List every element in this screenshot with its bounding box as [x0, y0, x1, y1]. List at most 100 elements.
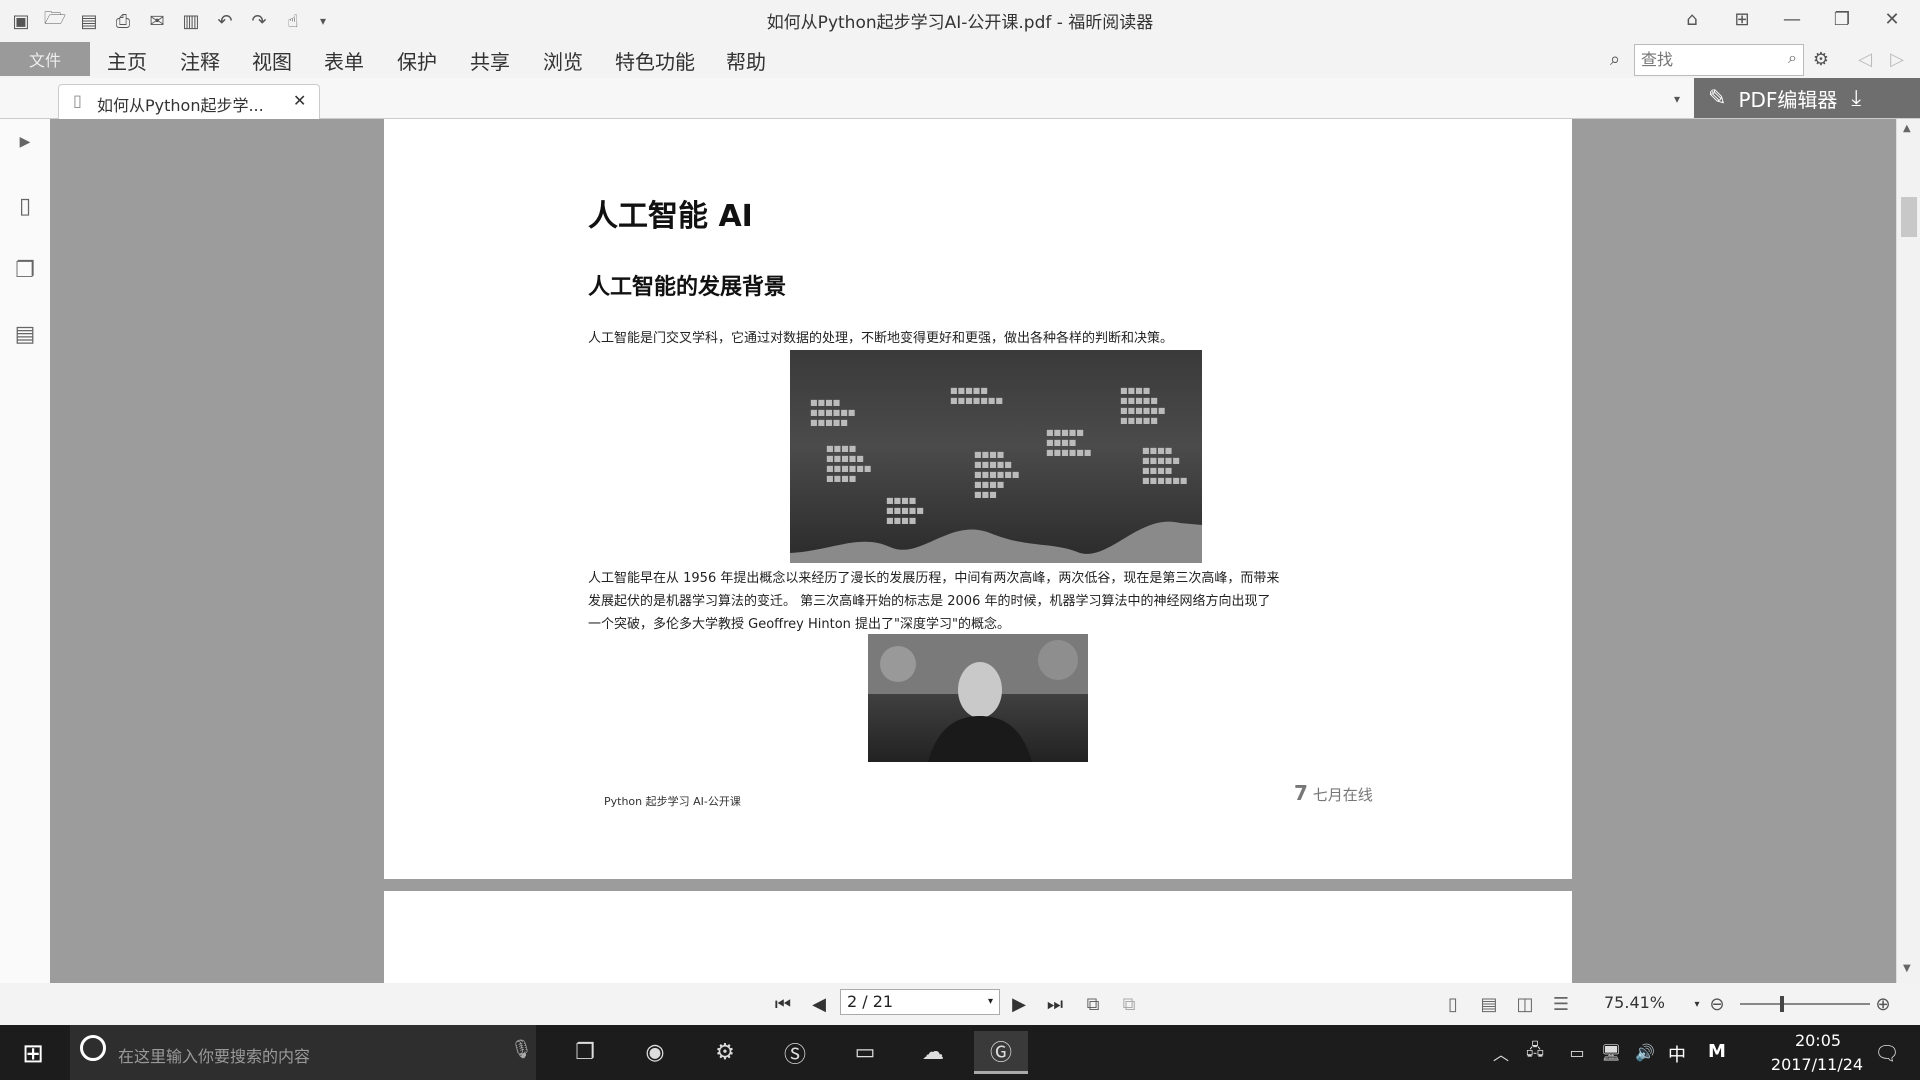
- continuous-facing-view-icon[interactable]: ☰: [1548, 991, 1574, 1017]
- figure-node: ■■■■■■■■■■■■■■■■■■■: [1142, 446, 1188, 485]
- battery-icon[interactable]: ▭: [1562, 1031, 1592, 1074]
- footer-logo-text: 七月在线: [1312, 786, 1373, 804]
- terminal-app-icon[interactable]: ▭: [838, 1031, 892, 1074]
- page-title: 人工智能 AI: [588, 199, 753, 234]
- paragraph-history-line: 一个突破，多伦多大学教授 Geoffrey Hinton 提出了"深度学习"的概…: [588, 617, 1011, 632]
- start-button[interactable]: ⊞: [16, 1037, 50, 1071]
- cloud-app-icon[interactable]: ☁: [906, 1031, 960, 1074]
- volume-icon[interactable]: 🔊: [1630, 1031, 1660, 1074]
- pdf-editor-promo-button[interactable]: ✎ PDF编辑器 ⤓: [1694, 78, 1920, 118]
- next-page-icon[interactable]: ▶: [1006, 991, 1032, 1017]
- page-number-field[interactable]: 2 / 21 ▾: [840, 989, 1000, 1015]
- restore-button[interactable]: ❐: [1822, 4, 1862, 34]
- status-bar: ⏮ ◀ 2 / 21 ▾ ▶ ⏭ ⧉ ⧉ ▯ ▤ ◫ ☰ 75.41% ▾ ⊖ …: [0, 983, 1920, 1025]
- minimize-button[interactable]: —: [1772, 4, 1812, 34]
- speaker-photo-graphic: [868, 634, 1088, 762]
- search-box[interactable]: ⌕: [1634, 44, 1804, 76]
- app-avatar-icon[interactable]: ◉: [628, 1031, 682, 1074]
- document-viewport[interactable]: 人工智能 AI 人工智能的发展背景 人工智能是门交叉学科，它通过对数据的处理，不…: [50, 119, 1896, 983]
- sogou-app-icon[interactable]: Ⓢ: [768, 1031, 822, 1074]
- menu-protect[interactable]: 保护: [397, 46, 437, 75]
- zoom-slider-handle[interactable]: [1780, 996, 1784, 1012]
- zoom-out-icon[interactable]: ⊖: [1704, 991, 1730, 1017]
- task-view-icon[interactable]: ❐: [558, 1031, 612, 1074]
- clock-time[interactable]: 20:05: [1768, 1031, 1868, 1050]
- foxit-reader-app-icon[interactable]: Ⓖ: [974, 1031, 1028, 1074]
- back-icon[interactable]: ◁: [1852, 46, 1878, 72]
- menu-form[interactable]: 表单: [324, 46, 364, 75]
- find-tool-icon[interactable]: ⌕: [1602, 46, 1628, 72]
- close-window-button[interactable]: ✕: [1872, 4, 1912, 34]
- action-center-icon[interactable]: 🗨: [1862, 1031, 1912, 1074]
- scrollbar-thumb[interactable]: [1901, 197, 1917, 237]
- single-page-view-icon[interactable]: ▯: [1440, 991, 1466, 1017]
- close-tab-icon[interactable]: ✕: [293, 91, 306, 110]
- tab-list-dropdown-icon[interactable]: ▾: [1664, 86, 1690, 112]
- facing-view-icon[interactable]: ◫: [1512, 991, 1538, 1017]
- figure-node: ■■■■■■■■■■■■■■■: [810, 398, 856, 427]
- paragraph-history-line: 发展起伏的是机器学习算法的变迁。 第三次高峰开始的标志是 2006 年的时候，机…: [588, 594, 1271, 609]
- window-title: 如何从Python起步学习AI-公开课.pdf - 福昕阅读器: [766, 13, 1154, 33]
- zoom-slider[interactable]: [1740, 996, 1870, 1012]
- menu-features[interactable]: 特色功能: [615, 46, 695, 75]
- menu-share[interactable]: 共享: [470, 46, 510, 75]
- network-icon[interactable]: 🖥: [1596, 1031, 1626, 1074]
- page-number-value: 2 / 21: [847, 992, 894, 1011]
- paragraph-intro: 人工智能是门交叉学科，它通过对数据的处理，不断地变得更好和更强，做出各种各样的判…: [588, 331, 1174, 346]
- tab-strip: ▯ 如何从Python起步学... ✕ ▾ ✎ PDF编辑器 ⤓: [0, 78, 1920, 119]
- microphone-icon[interactable]: 🎙: [510, 1039, 533, 1060]
- vertical-scrollbar[interactable]: ▲ ▼: [1896, 119, 1920, 983]
- cortana-search-box[interactable]: 在这里输入你要搜索的内容 🎙: [70, 1025, 536, 1080]
- menu-browse[interactable]: 浏览: [543, 46, 583, 75]
- speaker-photo: [868, 634, 1088, 762]
- bookmark-icon[interactable]: ▯: [10, 191, 40, 221]
- page-thumbnails-icon[interactable]: ❐: [10, 255, 40, 285]
- scroll-down-icon[interactable]: ▼: [1903, 963, 1911, 974]
- previous-page-icon[interactable]: ◀: [806, 991, 832, 1017]
- page-footer-text: Python 起步学习 AI-公开课: [604, 795, 741, 808]
- next-view-icon[interactable]: ⧉: [1116, 991, 1142, 1017]
- continuous-view-icon[interactable]: ▤: [1476, 991, 1502, 1017]
- settings-dropdown-icon[interactable]: ⚙: [1808, 46, 1834, 72]
- figure-node: ■■■■■ ■■■■■■■: [950, 386, 1003, 405]
- scroll-up-icon[interactable]: ▲: [1903, 123, 1911, 134]
- menu-bar: 文件 主页 注释 视图 表单 保护 共享 浏览 特色功能 帮助 ⌕ ⌕ ⚙ ◁ …: [0, 42, 1920, 78]
- zoom-in-icon[interactable]: ⊕: [1870, 991, 1896, 1017]
- pdf-file-icon: ▯: [73, 91, 82, 110]
- cortana-icon: [80, 1035, 106, 1061]
- zoom-level[interactable]: 75.41%: [1604, 993, 1665, 1012]
- settings-gear-icon[interactable]: ⚙: [698, 1031, 752, 1074]
- cortana-search-placeholder: 在这里输入你要搜索的内容: [118, 1047, 311, 1066]
- pen-icon: ✎: [1708, 85, 1727, 111]
- menu-help[interactable]: 帮助: [726, 46, 766, 75]
- menu-comment[interactable]: 注释: [180, 46, 220, 75]
- first-page-icon[interactable]: ⏮: [770, 991, 796, 1017]
- expand-panel-icon[interactable]: ▶: [10, 127, 40, 157]
- network-device-icon[interactable]: 🖧: [1520, 1031, 1550, 1074]
- document-tab[interactable]: ▯ 如何从Python起步学... ✕: [58, 84, 320, 119]
- previous-view-icon[interactable]: ⧉: [1080, 991, 1106, 1017]
- promo-label: PDF编辑器: [1738, 87, 1838, 112]
- search-input[interactable]: [1639, 45, 1773, 73]
- julyedu-logo-icon: 7: [1294, 781, 1308, 805]
- ime-indicator[interactable]: 中: [1668, 1041, 1686, 1067]
- page-dropdown-icon[interactable]: ▾: [988, 990, 993, 1014]
- menu-home[interactable]: 主页: [107, 46, 147, 75]
- pdf-page: 人工智能 AI 人工智能的发展背景 人工智能是门交叉学科，它通过对数据的处理，不…: [384, 119, 1572, 879]
- comments-icon[interactable]: ▤: [10, 319, 40, 349]
- show-hidden-icons-icon[interactable]: ︿: [1486, 1031, 1516, 1074]
- figure-node: ■■■■■■■■■■■■■■■: [1046, 428, 1092, 457]
- file-menu-button[interactable]: 文件: [0, 42, 90, 76]
- last-page-icon[interactable]: ⏭: [1042, 991, 1068, 1017]
- menu-view[interactable]: 视图: [252, 46, 292, 75]
- forward-icon[interactable]: ▷: [1884, 46, 1910, 72]
- ime-mode-indicator[interactable]: M: [1708, 1041, 1726, 1062]
- trend-mountains-graphic: [790, 521, 1202, 563]
- pdf-page-next: [384, 891, 1572, 983]
- search-icon[interactable]: ⌕: [1788, 48, 1797, 68]
- figure-node: ■■■■ ■■■■■ ■■■■■■ ■■■■ ■■■: [974, 450, 1020, 499]
- share-icon[interactable]: ⌂: [1672, 4, 1712, 34]
- figure-node: ■■■■ ■■■■■ ■■■■■■ ■■■■■: [1120, 386, 1166, 425]
- document-tab-label: 如何从Python起步学...: [97, 96, 264, 115]
- layout-grid-icon[interactable]: ⊞: [1722, 4, 1762, 34]
